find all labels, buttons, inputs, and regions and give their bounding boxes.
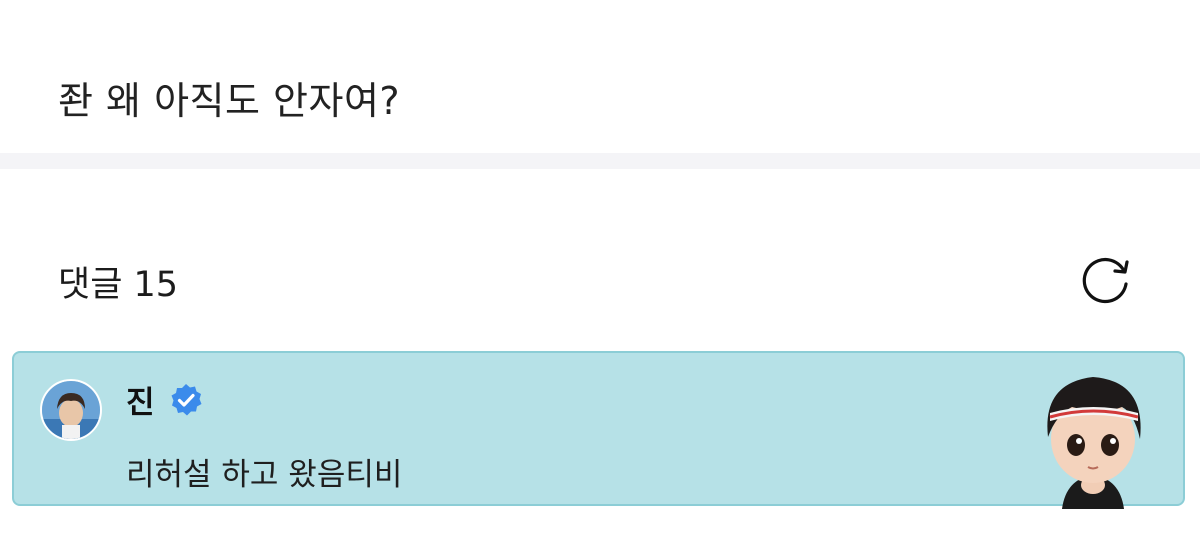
author-name[interactable]: 진 (126, 377, 155, 422)
refresh-button[interactable] (1078, 254, 1134, 306)
post-text: 좐 왜 아직도 안자여? (58, 79, 401, 123)
refresh-icon (1082, 257, 1129, 304)
comments-count-header: 댓글 15 (58, 265, 179, 305)
comment-screen: 좐 왜 아직도 안자여? 댓글 15 진 리허설 하고 왔음티비 (0, 0, 1200, 545)
author-row: 진 (126, 377, 203, 422)
character-sticker-icon (1047, 377, 1141, 509)
verified-badge-icon (171, 383, 202, 415)
author-avatar[interactable] (40, 379, 102, 441)
section-divider (0, 153, 1200, 169)
comment-text: 리허설 하고 왔음티비 (126, 457, 403, 493)
highlighted-comment[interactable]: 진 리허설 하고 왔음티비 (12, 351, 1185, 509)
